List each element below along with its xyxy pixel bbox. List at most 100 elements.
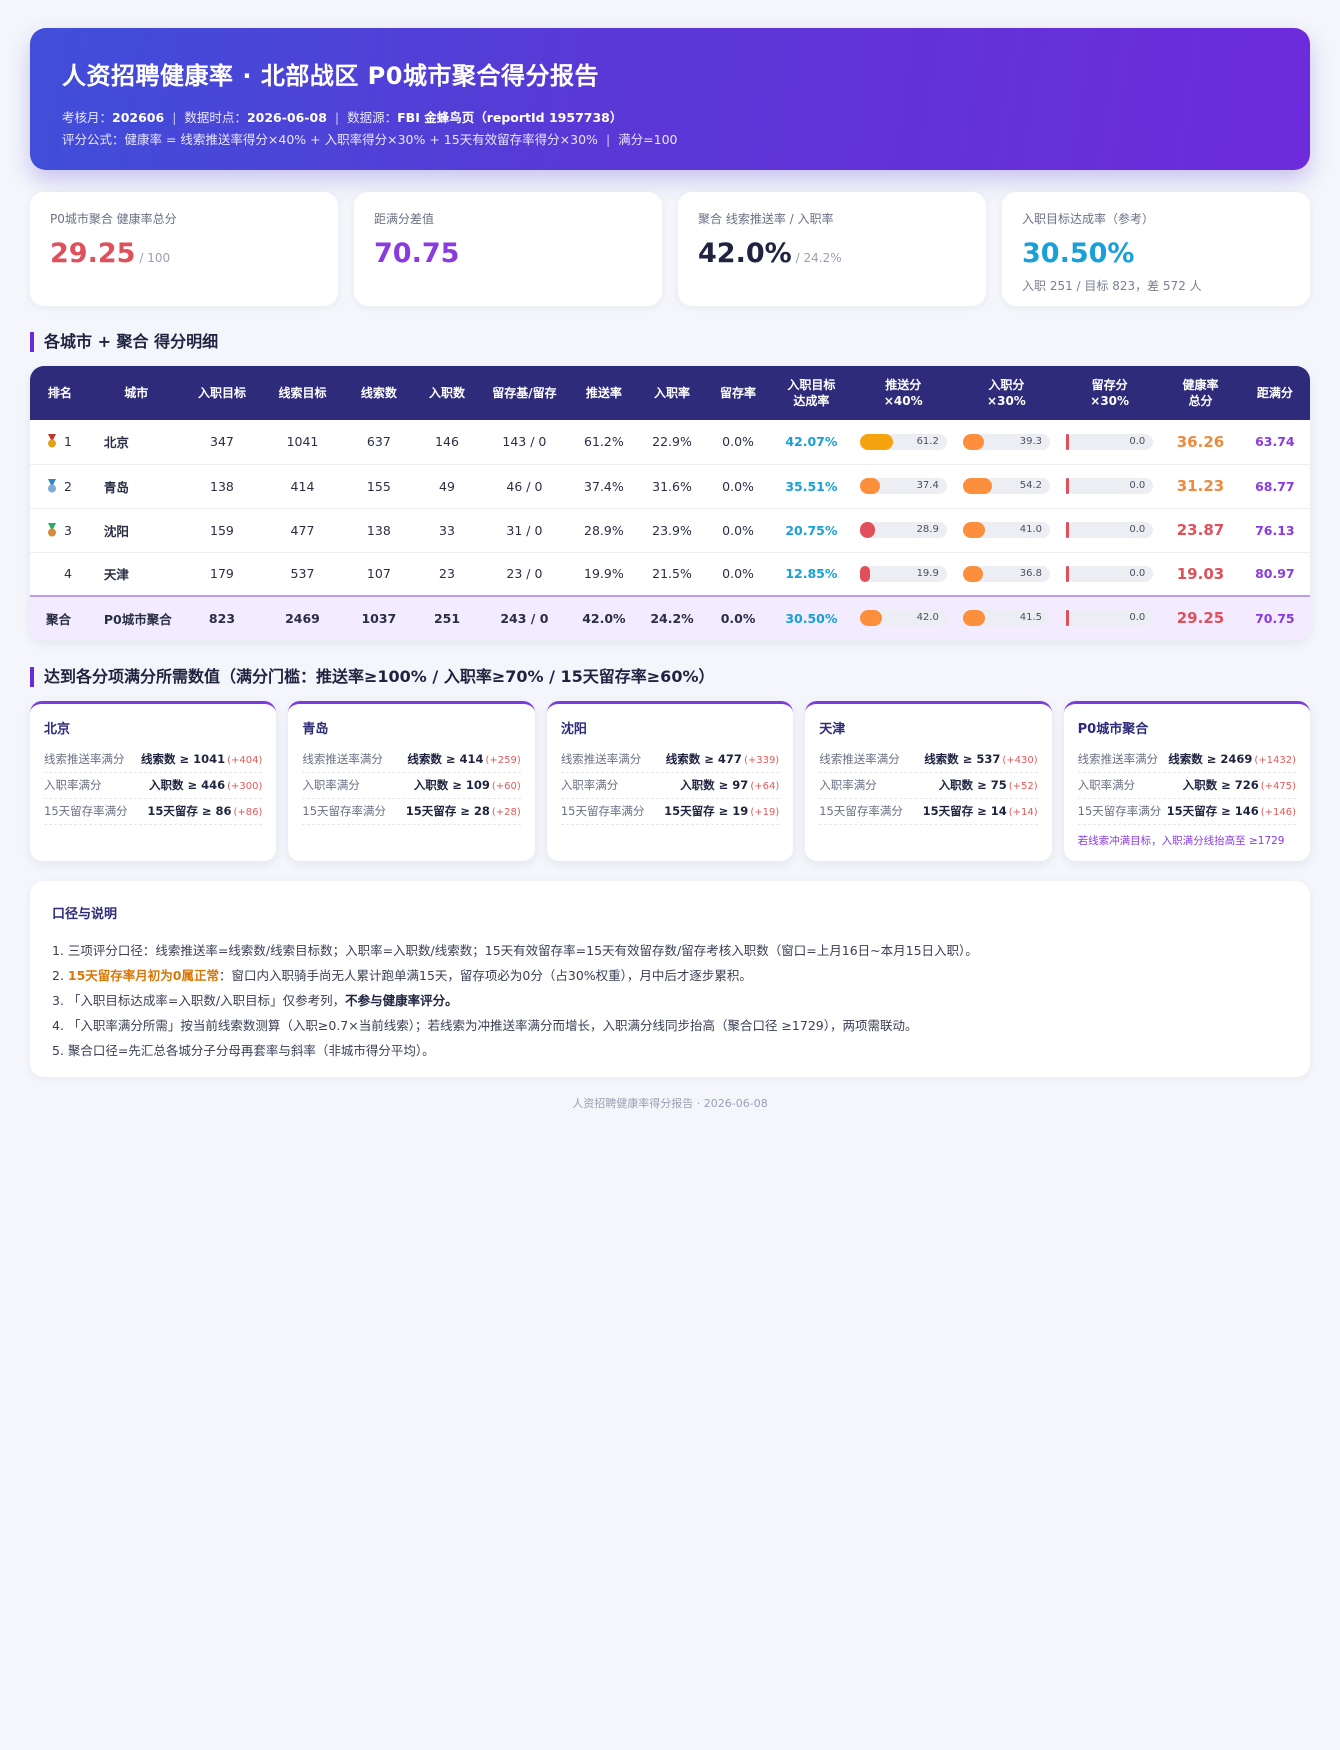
kpi-value: 70.75: [374, 238, 460, 269]
kpi-card-rates: 聚合 线索推送率 / 入职率 42.0%/ 24.2%: [678, 192, 986, 306]
column-header: 健康率 总分: [1182, 378, 1219, 408]
cell-leads: 637: [343, 420, 414, 465]
cell-retention: 243 / 0: [480, 596, 569, 641]
meta-date-label: 数据时点：: [184, 110, 247, 125]
cell-leads: 1037: [343, 596, 414, 641]
page-title: 人资招聘健康率 · 北部战区 P0城市聚合得分报告: [62, 62, 599, 90]
cell-hire-score: 54.2: [954, 464, 1059, 509]
threshold-value: 15天留存 ≥ 28 (+28): [406, 803, 521, 819]
kpi-card-gap: 距满分差值 70.75: [354, 192, 662, 306]
cell-ret-score: 0.0: [1058, 464, 1162, 509]
table-row: 2 青岛 138 414 155 49 46 / 0 37.4% 31.6% 0.0% 35.51%…: [30, 464, 1310, 509]
kpi-value: 42.0%/ 24.2%: [698, 238, 842, 269]
cell-ret-rate: 0.0%: [705, 420, 772, 465]
threshold-value: 线索数 ≥ 1041 (+404): [141, 751, 262, 767]
threshold-delta: (+300): [227, 781, 263, 792]
threshold-value-text: 入职数 ≥ 109: [413, 778, 490, 792]
score-bar: 19.9: [859, 565, 947, 582]
cell-total: 19.03: [1161, 552, 1240, 597]
cell-ret-score: 0.0: [1058, 508, 1162, 553]
kpi-label: 距满分差值: [374, 212, 435, 226]
threshold-value: 15天留存 ≥ 19 (+19): [664, 803, 779, 819]
column-header: 城市: [124, 386, 149, 400]
threshold-value-text: 线索数 ≥ 477: [665, 752, 742, 766]
threshold-row: 15天留存率满分 15天留存 ≥ 146 (+146): [1077, 799, 1297, 825]
section-title-cards: 达到各分项满分所需数值（满分门槛：推送率≥100% / 入职率≥70% / 15…: [30, 666, 1310, 687]
cell-lead-target: 2469: [261, 596, 344, 641]
cell-gap: 63.74: [1239, 420, 1310, 465]
threshold-delta: (+259): [485, 755, 521, 766]
cell-push-rate: 37.4%: [568, 464, 639, 509]
threshold-label: 15天留存率满分: [560, 804, 645, 818]
score-bar-value: 42.0: [916, 612, 939, 624]
cell-lead-target: 414: [261, 464, 344, 509]
score-table: 排名 城市 入职目标 线索目标 线索数 入职数 留存基/留存 推送率 入职率 留存率 入职目标 达成率…: [30, 366, 1310, 641]
kpi-label: 聚合 线索推送率 / 入职率: [698, 212, 834, 226]
cell-ret-score: 0.0: [1058, 552, 1162, 597]
threshold-card: 沈阳 线索推送率满分 线索数 ≥ 477 (+339) 入职率满分 入职数 ≥ 97 (+6…: [546, 700, 794, 861]
cell-achieve: 35.51%: [771, 464, 852, 509]
rank-value: 聚合: [46, 611, 72, 627]
score-bar-fill: [859, 565, 871, 582]
threshold-value: 线索数 ≥ 537 (+430): [924, 751, 1037, 767]
threshold-value: 15天留存 ≥ 14 (+14): [923, 803, 1038, 819]
meta-source-label: 数据源：: [347, 110, 398, 125]
score-bar-fill: [859, 610, 883, 627]
score-bar: 0.0: [1066, 478, 1154, 494]
threshold-label: 线索推送率满分: [1077, 752, 1159, 766]
threshold-label: 入职率满分: [302, 778, 360, 792]
column-header: 排名: [47, 386, 72, 400]
score-bar-value: 61.2: [916, 435, 939, 447]
score-bar-fill: [962, 478, 993, 494]
threshold-delta: (+146): [1260, 807, 1297, 818]
cell-retention: 143 / 0: [480, 420, 569, 465]
cell-hire-score: 41.5: [954, 596, 1059, 641]
cell-ret-score: 0.0: [1058, 596, 1162, 641]
threshold-row: 入职率满分 入职数 ≥ 97 (+64): [560, 773, 780, 799]
rank-cell: 3: [30, 508, 90, 553]
kpi-label: 入职目标达成率（参考）: [1022, 212, 1155, 226]
threshold-value-text: 线索数 ≥ 2469: [1168, 752, 1253, 766]
section-title-table: 各城市 + 聚合 得分明细: [30, 332, 1310, 352]
cell-hire-rate: 21.5%: [638, 552, 706, 597]
medal-icon: [46, 522, 58, 537]
card-city: 北京: [44, 721, 71, 737]
cell-hire-rate: 31.6%: [638, 464, 706, 509]
rank-value: 3: [64, 522, 72, 538]
column-header: 留存率: [720, 386, 757, 400]
column-header: 入职目标: [197, 386, 246, 400]
kpi-value: 29.25/ 100: [50, 238, 171, 269]
score-bar-value: 0.0: [1129, 567, 1146, 579]
cell-push-rate: 61.2%: [568, 420, 639, 465]
threshold-value: 15天留存 ≥ 146 (+146): [1167, 803, 1296, 819]
threshold-row: 入职率满分 入职数 ≥ 75 (+52): [819, 773, 1038, 799]
cell-hires: 33: [413, 508, 481, 553]
threshold-delta: (+475): [1260, 781, 1297, 792]
threshold-value: 入职数 ≥ 75 (+52): [939, 777, 1038, 793]
cell-retention: 23 / 0: [480, 552, 569, 597]
notes-list: 1. 三项评分口径：线索推送率=线索数/线索目标数；入职率=入职数/线索数；15…: [52, 938, 1288, 1063]
score-bar-value: 19.9: [916, 567, 939, 579]
threshold-delta: (+28): [491, 807, 521, 818]
rank-value: 2: [64, 478, 72, 494]
threshold-row: 入职率满分 入职数 ≥ 109 (+60): [302, 773, 521, 799]
cell-push-rate: 42.0%: [568, 596, 639, 641]
threshold-label: 入职率满分: [560, 778, 619, 792]
threshold-label: 15天留存率满分: [819, 804, 903, 818]
score-bar-fill: [859, 522, 876, 538]
column-header: 入职数: [428, 386, 465, 400]
threshold-label: 15天留存率满分: [302, 804, 387, 818]
note-item: 1. 三项评分口径：线索推送率=线索数/线索目标数；入职率=入职数/线索数；15…: [52, 938, 1288, 963]
threshold-delta: (+430): [1002, 755, 1038, 766]
report-meta: 考核月：202606 | 数据时点：2026-06-08 | 数据源：FBI 金蜂鸟页（…: [62, 110, 623, 125]
cell-leads: 138: [343, 508, 414, 553]
threshold-value-text: 入职数 ≥ 726: [1182, 778, 1259, 792]
score-bar: 0.0: [1066, 433, 1154, 450]
threshold-value: 线索数 ≥ 477 (+339): [666, 751, 779, 767]
score-bar: 36.8: [962, 565, 1051, 582]
threshold-delta: (+52): [1008, 781, 1038, 792]
meta-month-value: 202606: [112, 110, 165, 125]
cell-city: 天津: [89, 552, 183, 597]
card-city: 青岛: [302, 721, 329, 737]
threshold-card: P0城市聚合 线索推送率满分 线索数 ≥ 2469 (+1432) 入职率满分 入职数 ≥…: [1063, 700, 1311, 861]
